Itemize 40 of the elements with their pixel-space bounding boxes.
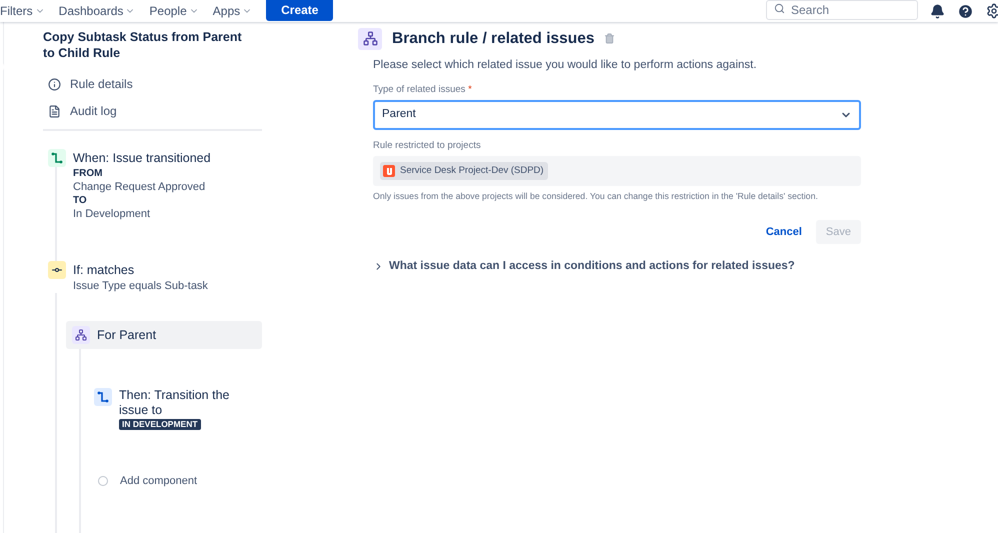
hierarchy-icon [72, 326, 90, 344]
settings-icon[interactable] [986, 3, 998, 19]
project-tag: Service Desk Project-Dev (SDPD) [380, 162, 548, 180]
rule-title: Copy Subtask Status from Parent to Child Rule [43, 29, 243, 61]
nav-menu[interactable]: Filters [0, 2, 45, 20]
branch-fork-icon [48, 261, 66, 279]
hierarchy-icon [358, 28, 382, 50]
field-label: Rule restricted to projects [373, 138, 482, 153]
document-icon [48, 104, 61, 118]
sidebar-link[interactable]: Audit log [48, 103, 262, 119]
step-label: FROM [73, 167, 104, 180]
field-label: Type of related issues * [373, 82, 473, 96]
notification-icon[interactable] [930, 4, 945, 18]
nav-menu[interactable]: Dashboards [58, 2, 136, 20]
help-icon[interactable] [957, 2, 974, 20]
step-title[interactable]: When: Issue transitioned [73, 149, 211, 167]
step-title: For Parent [97, 326, 156, 344]
intro-text: Please select which related issue you would like to perform actions against. [373, 58, 758, 74]
branch-step[interactable]: For Parent [66, 321, 262, 349]
create-button[interactable]: Create [266, 0, 334, 21]
panel-title: Branch rule / related issues [392, 29, 594, 49]
nav-menu[interactable]: Apps [212, 2, 252, 20]
step-value: Change Request Approved [73, 180, 206, 194]
nav-menu[interactable]: People [149, 2, 199, 20]
add-component-button[interactable]: Add component [120, 473, 198, 490]
sidebar-link[interactable]: Rule details [48, 76, 262, 92]
step-title[interactable]: If: matches [73, 261, 208, 279]
step-title[interactable]: Then: Transition the issue to [119, 388, 239, 418]
search-icon [774, 3, 785, 14]
status-lozenge: IN DEVELOPMENT [119, 419, 201, 430]
search-field[interactable]: Search [766, 0, 918, 20]
help-text: Only issues from the above projects will be considered. You can change this restriction in the 'Rule details' section. [373, 190, 819, 203]
related-issue-select[interactable]: Parent [373, 100, 861, 130]
faq-toggle[interactable]: What issue data can I access in conditions and actions for related issues? [373, 258, 861, 276]
step-value: In Development [73, 207, 152, 221]
info-icon [48, 78, 61, 90]
step-detail: Issue Type equals Sub-task [73, 279, 208, 293]
step-label: TO [73, 194, 88, 207]
cancel-button[interactable]: Cancel [762, 224, 806, 240]
project-avatar-icon [383, 165, 395, 177]
